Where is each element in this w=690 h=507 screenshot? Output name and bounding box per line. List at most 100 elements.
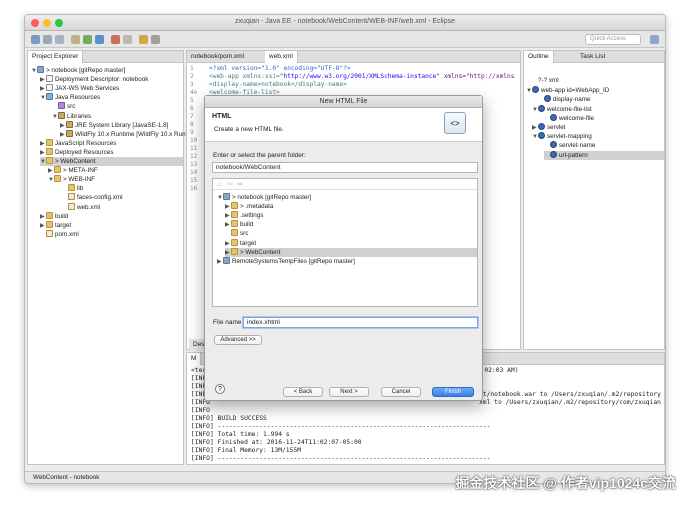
next-button[interactable]: Next > xyxy=(329,387,369,397)
tab-task-list[interactable]: Task List xyxy=(576,51,609,63)
tree-nav-bar: ⌂ ⇦ ⇨ xyxy=(213,179,477,190)
outline-item[interactable]: ?-? xml xyxy=(532,77,559,86)
outline-item[interactable]: ▶ servlet xyxy=(532,123,566,132)
explorer-item[interactable]: ▶ JavaScript Resources xyxy=(40,138,116,148)
help-button[interactable]: ? xyxy=(215,384,225,394)
folder-tree-item[interactable]: ▶ .settings xyxy=(225,211,263,220)
explorer-label: Deployed Resources xyxy=(55,148,114,156)
perspective-icon[interactable] xyxy=(650,35,659,44)
explorer-label: Java Resources xyxy=(55,94,101,102)
explorer-item[interactable]: ▶ > META-INF xyxy=(48,166,98,175)
outline-item[interactable]: ▼ web-app id=WebApp_ID xyxy=(526,86,609,95)
folder-icon xyxy=(231,211,238,219)
line-number: 4⊖ xyxy=(190,89,198,96)
outline-label: servlet xyxy=(547,124,566,131)
explorer-item[interactable]: ▶ JAX-WS Web Services xyxy=(40,84,119,93)
explorer-item[interactable]: ▶ WildFly 10.x Runtime [WildFly 10.x Runt xyxy=(60,129,187,139)
watermark-text: 掘金技术社区 @ 作者vip1024c交流 xyxy=(455,475,676,491)
explorer-item[interactable]: ▶ Deployed Resources xyxy=(40,147,114,157)
new-icon[interactable] xyxy=(31,35,40,44)
folder-tree-item[interactable]: ▼ > notebook [gitRepo master] xyxy=(217,193,311,202)
debug-icon[interactable] xyxy=(95,35,104,44)
elem-icon xyxy=(538,132,545,140)
explorer-item[interactable]: pom.xml xyxy=(40,229,79,239)
build-icon[interactable] xyxy=(71,35,80,44)
console-line: [INFO] ---------------------------------… xyxy=(191,455,491,462)
run-icon[interactable] xyxy=(83,35,92,44)
explorer-item[interactable]: ▼ Libraries xyxy=(52,111,92,121)
server-icon[interactable] xyxy=(111,35,120,44)
parent-folder-input[interactable]: notebook/WebContent xyxy=(212,162,478,173)
advanced-button[interactable]: Advanced >> xyxy=(214,335,262,345)
tab-pom-xml[interactable]: notebook/pom.xml xyxy=(187,51,248,63)
tab-outline[interactable]: Outline xyxy=(524,51,554,63)
explorer-label: web.xml xyxy=(77,203,101,211)
line-number: 16 xyxy=(190,185,198,192)
folder-tree-item[interactable]: ▶ > .metadata xyxy=(225,202,273,211)
explorer-label: lib xyxy=(77,185,84,193)
line-number: 8 xyxy=(190,121,194,128)
outline-label: servlet-mapping xyxy=(547,133,592,141)
explorer-item[interactable]: ▶ target xyxy=(40,220,72,230)
folder-tree[interactable]: ⌂ ⇦ ⇨ ▼ > notebook [gitRepo master] ▶ > .me… xyxy=(212,178,478,307)
explorer-label: > META-INF xyxy=(63,167,98,175)
outline-item[interactable]: ▼ welcome-file-list xyxy=(532,104,592,114)
back-button[interactable]: < Back xyxy=(283,387,323,397)
main-toolbar: Quick Access xyxy=(25,31,665,48)
tab-console[interactable]: M xyxy=(187,353,202,365)
save-icon[interactable] xyxy=(43,35,52,44)
explorer-label: target xyxy=(55,221,72,229)
explorer-label: Libraries xyxy=(67,112,92,120)
home-icon[interactable]: ⌂ xyxy=(217,181,225,188)
file-name-input[interactable]: index.xhtml xyxy=(243,317,478,328)
explorer-item[interactable]: ▶ build xyxy=(40,211,68,221)
tab-web-xml[interactable]: web.xml xyxy=(265,51,298,63)
folder-tree-item[interactable]: ▶ RemoteSystemsTempFiles [gitRepo master] xyxy=(217,256,355,266)
parent-folder-label: Enter or select the parent folder: xyxy=(213,152,306,159)
cancel-button[interactable]: Cancel xyxy=(381,387,421,397)
explorer-item[interactable]: ▼ > WEB-INF xyxy=(48,175,95,184)
outline-item[interactable]: url-pattern xyxy=(544,150,664,160)
line-number: 1 xyxy=(190,65,194,72)
back-arrow-icon[interactable]: ⇦ xyxy=(227,181,235,188)
folder-icon xyxy=(46,147,53,155)
outline-item[interactable]: welcome-file xyxy=(544,113,594,123)
folder-icon xyxy=(231,238,238,246)
tab-project-explorer[interactable]: Project Explorer xyxy=(28,51,84,63)
explorer-item[interactable]: web.xml xyxy=(62,202,101,212)
folder-icon xyxy=(46,220,53,228)
code-line-2[interactable]: <web-app xmlns:xsi="http://www.w3.org/20… xyxy=(209,73,514,81)
explorer-label: JAX-WS Web Services xyxy=(55,85,120,93)
explorer-item[interactable]: ▶ Deployment Descriptor: notebook xyxy=(40,75,148,84)
folder-tree-item[interactable]: ▶ build xyxy=(225,220,253,229)
code-line-2-attr: xmlns="http://xmlns xyxy=(439,73,515,80)
console-line: [INFO] Finished at: 2016-11-24T11:02:07-… xyxy=(191,439,362,446)
explorer-item[interactable]: ▼ Java Resources xyxy=(40,93,100,102)
open-type-icon[interactable] xyxy=(139,35,148,44)
quick-access-input[interactable]: Quick Access xyxy=(585,34,641,45)
print-icon[interactable] xyxy=(55,35,64,44)
explorer-item[interactable]: ▼ > notebook [gitRepo master] xyxy=(31,66,125,75)
code-line-1[interactable]: <?xml version="1.0" encoding="UTF-8"?> xyxy=(209,65,351,73)
outline-item[interactable]: display-name xyxy=(538,95,590,104)
console-line: [INFO xyxy=(191,407,210,414)
folder-tree-item[interactable]: src xyxy=(225,229,248,238)
explorer-label: Deployment Descriptor: notebook xyxy=(55,76,149,84)
code-line-3[interactable]: <display-name>notebook</display-name> xyxy=(209,81,347,89)
explorer-item[interactable]: ▶ JRE System Library [JavaSE-1.8] xyxy=(60,120,168,130)
explorer-item[interactable]: lib xyxy=(62,184,83,193)
outline-label: ?-? xml xyxy=(538,77,559,84)
forward-icon[interactable] xyxy=(151,35,160,44)
explorer-item[interactable]: src xyxy=(52,102,75,111)
explorer-item[interactable]: faces-config.xml xyxy=(62,193,123,202)
search-icon[interactable] xyxy=(123,35,132,44)
folder-tree-item[interactable]: ▶ > WebContent xyxy=(225,247,477,257)
explorer-item[interactable]: ▼ > WebContent xyxy=(40,157,183,166)
outline-item[interactable]: ▼ servlet-mapping xyxy=(532,132,592,141)
finish-button[interactable]: Finish xyxy=(432,387,474,397)
forward-arrow-icon[interactable]: ⇨ xyxy=(237,181,245,188)
folder-tree-item[interactable]: ▶ target xyxy=(225,238,256,248)
outline-item[interactable]: servlet-name xyxy=(544,141,595,150)
code-line-1-text: <?xml version="1.0" encoding="UTF-8"?> xyxy=(209,65,351,72)
file-icon xyxy=(46,84,53,92)
